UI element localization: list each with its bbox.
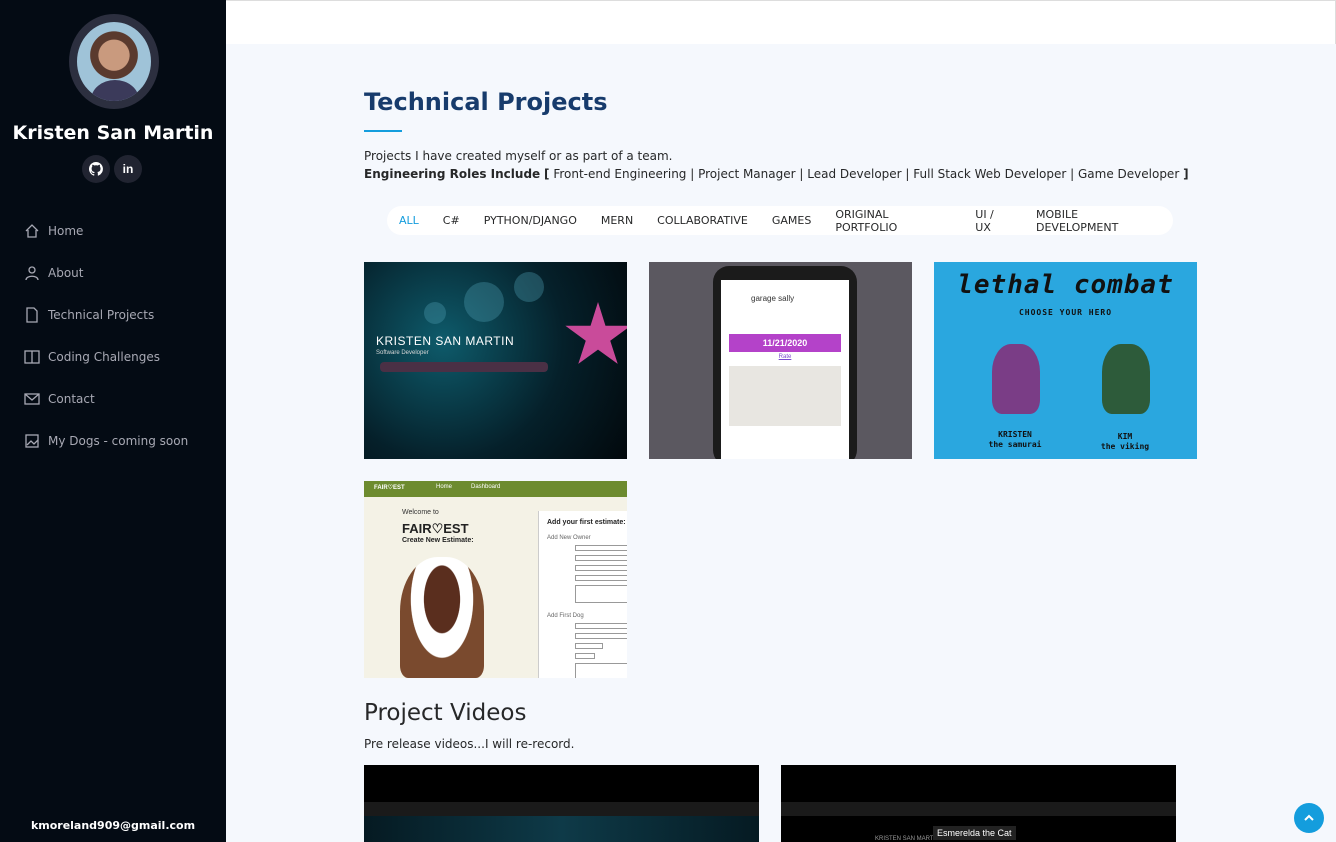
- title-underline: [364, 130, 402, 132]
- projects-description: Projects I have created myself or as par…: [364, 149, 673, 163]
- page-title: Technical Projects: [364, 88, 608, 116]
- sidebar-item-label: Home: [48, 224, 84, 238]
- sidebar-item-label: About: [48, 266, 84, 280]
- engineering-roles: Engineering Roles Include [ Front-end En…: [364, 167, 1189, 181]
- app-name: garage sally: [751, 294, 795, 303]
- video-tooltip: Esmerelda the Cat: [933, 826, 1016, 840]
- filter-mobile-development[interactable]: MOBILE DEVELOPMENT: [1024, 208, 1173, 234]
- hero1-class: the samurai: [988, 440, 1042, 449]
- hero1-name: KRISTEN: [998, 430, 1032, 439]
- filter-csharp[interactable]: C#: [431, 214, 472, 227]
- portfolio-name: KRISTEN SAN MARTIN: [376, 334, 515, 348]
- envelope-icon: [24, 393, 40, 405]
- filter-ui-ux[interactable]: UI / UX: [963, 208, 1024, 234]
- sidebar-item-label: My Dogs - coming soon: [48, 434, 189, 448]
- phone-screen: garage sally 11/21/2020 Rate: [721, 280, 849, 459]
- hero2-name: KIM: [1117, 432, 1133, 441]
- rate-link: Rate: [778, 354, 792, 360]
- hero2-class: the viking: [1100, 442, 1150, 451]
- sidebar-nav: Home About Technical Projects Coding Cha…: [24, 210, 188, 462]
- video-player-2[interactable]: KRISTEN SAN MART Esmerelda the Cat: [781, 765, 1176, 842]
- sidebar-item-label: Coding Challenges: [48, 350, 160, 364]
- fairest-nav-dashboard: Dashboard: [471, 484, 501, 490]
- linkedin-icon: in: [122, 162, 134, 176]
- map-thumbnail: [729, 366, 841, 426]
- linkedin-link[interactable]: in: [114, 155, 142, 183]
- form-title: Add your first estimate:: [547, 519, 626, 526]
- roles-label: Engineering Roles Include: [364, 167, 541, 181]
- sidebar-item-my-dogs[interactable]: My Dogs - coming soon: [24, 420, 188, 462]
- sidebar-item-home[interactable]: Home: [24, 210, 188, 252]
- fairest-welcome: Welcome to: [402, 509, 439, 516]
- sidebar: Kristen San Martin in Home About Technic…: [0, 0, 226, 842]
- filter-games[interactable]: GAMES: [760, 214, 823, 227]
- videos-title: Project Videos: [364, 700, 527, 726]
- fairest-brand: FAIR♡EST: [402, 521, 469, 536]
- dog-image: [400, 557, 484, 678]
- fairest-navbar: FAIR♡EST Home Dashboard: [364, 481, 627, 497]
- images-icon: [25, 434, 39, 448]
- phone-mockup: garage sally 11/21/2020 Rate: [713, 266, 857, 459]
- fairest-nav-home: Home: [436, 484, 453, 490]
- portfolio-nav: [380, 362, 548, 372]
- chevron-up-icon: [1304, 814, 1314, 821]
- filter-mern[interactable]: MERN: [589, 214, 645, 227]
- portfolio-subtitle: Software Developer: [376, 350, 429, 356]
- project-card-lethal-combat[interactable]: lethal combat CHOOSE YOUR HERO KRISTEN t…: [934, 262, 1197, 459]
- project-card-garage-sally[interactable]: garage sally 11/21/2020 Rate: [649, 262, 912, 459]
- video-caption: KRISTEN SAN MART: [875, 836, 934, 842]
- hero-samurai-sprite: [992, 344, 1040, 414]
- sidebar-item-coding-challenges[interactable]: Coding Challenges: [24, 336, 188, 378]
- sidebar-item-technical-projects[interactable]: Technical Projects: [24, 294, 188, 336]
- back-to-top-button[interactable]: [1294, 803, 1324, 833]
- filter-collaborative[interactable]: COLLABORATIVE: [645, 214, 760, 227]
- home-icon: [25, 224, 39, 238]
- star-logo-icon: [565, 302, 627, 364]
- top-band: [226, 0, 1336, 44]
- avatar: [69, 14, 159, 109]
- book-icon: [24, 350, 40, 364]
- form-owner-heading: Add New Owner: [547, 535, 591, 541]
- sidebar-item-label: Technical Projects: [48, 308, 155, 322]
- game-subtitle: CHOOSE YOUR HERO: [1018, 308, 1113, 317]
- avatar-shirt: [91, 80, 139, 101]
- filter-original-portfolio[interactable]: ORIGINAL PORTFOLIO: [823, 208, 963, 234]
- video-player-1[interactable]: [364, 765, 759, 842]
- fairest-logo: FAIR♡EST: [374, 485, 405, 491]
- sidebar-item-about[interactable]: About: [24, 252, 188, 294]
- github-icon: [89, 162, 103, 176]
- profile-name: Kristen San Martin: [12, 122, 214, 144]
- sale-date: 11/21/2020: [729, 334, 841, 352]
- project-card-portfolio[interactable]: KRISTEN SAN MARTIN Software Developer: [364, 262, 627, 459]
- game-title: lethal combat: [957, 270, 1174, 300]
- filter-all[interactable]: ALL: [387, 214, 431, 227]
- filter-python-django[interactable]: PYTHON/DJANGO: [472, 214, 589, 227]
- file-icon: [26, 307, 38, 323]
- project-filters: ALL C# PYTHON/DJANGO MERN COLLABORATIVE …: [387, 206, 1173, 235]
- sidebar-item-contact[interactable]: Contact: [24, 378, 188, 420]
- project-card-fairest[interactable]: FAIR♡EST Home Dashboard Welcome to FAIR♡…: [364, 481, 627, 678]
- fairest-create: Create New Estimate:: [402, 537, 474, 544]
- videos-description: Pre release videos...I will re-record.: [364, 737, 575, 751]
- footer-email[interactable]: kmoreland909@gmail.com: [0, 819, 226, 832]
- estimate-form: Add your first estimate: Add New Owner A…: [538, 511, 627, 678]
- github-link[interactable]: [82, 155, 110, 183]
- person-icon: [25, 266, 39, 281]
- roles-list: Front-end Engineering | Project Manager …: [553, 167, 1180, 181]
- hero-viking-sprite: [1102, 344, 1150, 414]
- form-dog-heading: Add First Dog: [547, 613, 584, 619]
- sidebar-item-label: Contact: [48, 392, 95, 406]
